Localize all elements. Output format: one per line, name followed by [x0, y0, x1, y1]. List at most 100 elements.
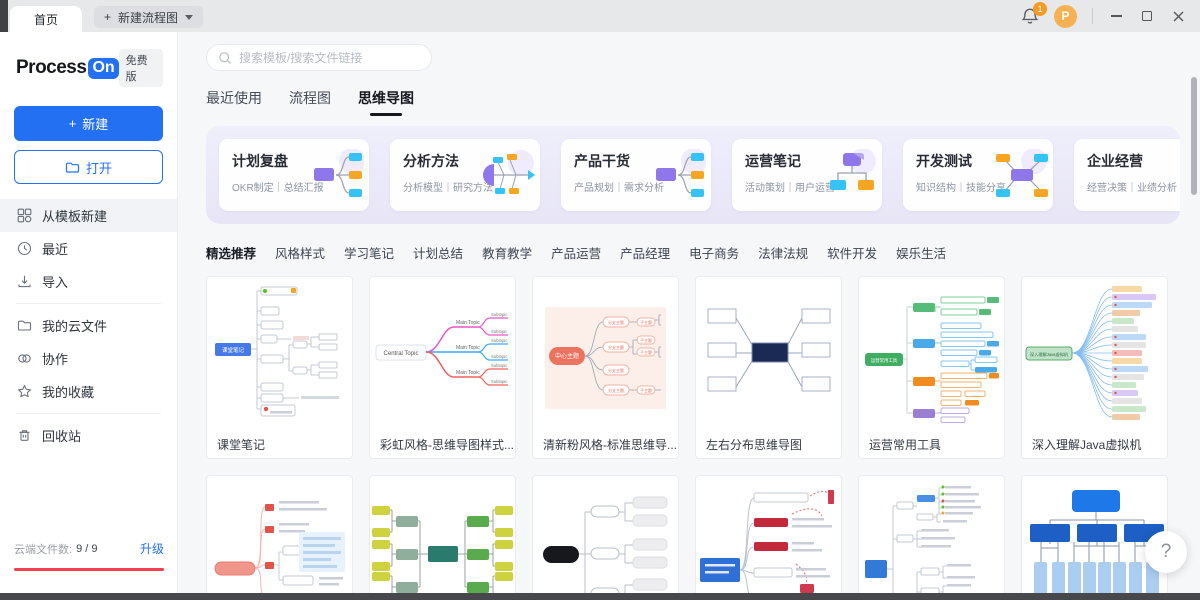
template-title: 课堂笔记	[207, 429, 352, 459]
upgrade-link[interactable]: 升级	[140, 540, 164, 557]
banner-card-business[interactable]: 企业经营 经营决策｜业绩分析	[1074, 139, 1180, 211]
svg-text:子主题: 子主题	[640, 319, 652, 325]
template-thumbnail-exam-english	[696, 476, 841, 593]
storage-label: 云端文件数:	[14, 541, 72, 557]
storage-quota: 云端文件数: 9 / 9 升级	[14, 540, 164, 571]
category-style[interactable]: 风格样式	[275, 243, 325, 262]
tab-mindmap[interactable]: 思维导图	[358, 88, 414, 116]
template-card[interactable]	[369, 475, 516, 593]
template-card[interactable]: 课堂笔记	[206, 276, 353, 459]
divider	[1092, 8, 1093, 24]
tab-new-diagram[interactable]: + 新建流程图	[94, 6, 203, 28]
svg-text:中心主题: 中心主题	[555, 352, 579, 360]
banner-card-operation-notes[interactable]: 运营笔记 活动策划｜用户运营	[732, 139, 882, 211]
category-software[interactable]: 软件开发	[827, 243, 877, 262]
category-product-ops[interactable]: 产品运营	[551, 243, 601, 262]
notifications-button[interactable]: 1	[1021, 7, 1039, 25]
help-label: ?	[1161, 541, 1172, 563]
template-card[interactable]: 左右分布思维导图	[695, 276, 842, 459]
search-input[interactable]	[239, 51, 409, 65]
template-card[interactable]: 深入理解Java虚拟机	[1021, 276, 1168, 459]
sidebar-item-label: 最近	[42, 239, 68, 258]
mindmap-x-icon	[996, 149, 1048, 201]
category-education[interactable]: 教育教学	[482, 243, 532, 262]
template-card[interactable]: Central Topic Main Topic Main Topic Main…	[369, 276, 516, 459]
divider	[16, 413, 161, 414]
category-ecommerce[interactable]: 电子商务	[689, 243, 739, 262]
open-button[interactable]: 打开	[14, 150, 163, 184]
sidebar-item-favorites[interactable]: 我的收藏	[0, 375, 177, 408]
template-thumbnail-pink: 中心主题 分支主题 分支主题 分支主题	[533, 277, 678, 429]
sidebar-item-trash[interactable]: 回收站	[0, 419, 177, 452]
template-card[interactable]	[695, 475, 842, 593]
sidebar-item-label: 从模板新建	[42, 206, 107, 225]
close-button[interactable]	[1170, 8, 1186, 24]
sidebar-item-recent[interactable]: 最近	[0, 232, 177, 265]
svg-text:运营常用工具: 运营常用工具	[871, 357, 898, 364]
trash-icon	[17, 428, 32, 443]
minimize-button[interactable]	[1108, 8, 1124, 24]
banner-strip: 计划复盘 OKR制定｜总结汇报 分析方法 分析模型｜研究方法	[206, 126, 1180, 224]
new-button[interactable]: + 新建	[14, 106, 163, 141]
template-thumbnail-operation-tools: 运营常用工具	[859, 277, 1004, 429]
avatar[interactable]: P	[1054, 5, 1077, 28]
clock-icon	[17, 241, 32, 256]
maximize-button[interactable]	[1139, 8, 1155, 24]
window-titlebar: 首页 + 新建流程图 1 P	[0, 0, 1200, 32]
banner-card-plan-review[interactable]: 计划复盘 OKR制定｜总结汇报	[219, 139, 369, 211]
template-card[interactable]	[858, 475, 1005, 593]
svg-text:Central Topic: Central Topic	[384, 351, 419, 357]
svg-text:课堂笔记: 课堂笔记	[222, 346, 245, 354]
template-card[interactable]	[532, 475, 679, 593]
tab-recent[interactable]: 最近使用	[206, 88, 262, 116]
search-box[interactable]	[206, 44, 432, 71]
sidebar-item-label: 协作	[42, 349, 68, 368]
maximize-icon	[1142, 11, 1152, 21]
category-plan-summary[interactable]: 计划总结	[413, 243, 463, 262]
template-title: 彩虹风格-思维导图样式...	[370, 429, 515, 459]
tab-flowchart[interactable]: 流程图	[289, 88, 331, 116]
category-study-notes[interactable]: 学习笔记	[344, 243, 394, 262]
template-title: 左右分布思维导图	[696, 429, 841, 459]
template-card[interactable]	[1021, 475, 1168, 593]
sidebar-item-collaboration[interactable]: 协作	[0, 342, 177, 375]
help-button[interactable]: ?	[1145, 531, 1187, 573]
banner-card-product-tips[interactable]: 产品干货 产品规划｜需求分析	[561, 139, 711, 211]
sidebar-item-new-from-template[interactable]: 从模板新建	[0, 199, 177, 232]
plan-badge: 免费版	[119, 49, 163, 87]
svg-text:Subtopic: Subtopic	[491, 338, 507, 343]
category-entertainment[interactable]: 娱乐生活	[896, 243, 946, 262]
tab-home[interactable]: 首页	[10, 6, 82, 32]
svg-text:子主题: 子主题	[640, 349, 652, 355]
template-card[interactable]	[206, 475, 353, 593]
minimize-icon	[1111, 15, 1122, 17]
orgchart-icon	[825, 149, 877, 201]
category-legal[interactable]: 法律法规	[758, 243, 808, 262]
template-card[interactable]: 运营常用工具	[858, 276, 1005, 459]
star-icon	[17, 384, 32, 399]
category-featured[interactable]: 精选推荐	[206, 243, 256, 262]
logo: Process On 免费版	[0, 32, 177, 87]
svg-text:分支主题: 分支主题	[608, 319, 624, 325]
sidebar: Process On 免费版 + 新建 打开	[0, 32, 178, 593]
sidebar-item-import[interactable]: 导入	[0, 265, 177, 298]
logo-text: Process	[16, 57, 86, 79]
category-product-manager[interactable]: 产品经理	[620, 243, 670, 262]
sidebar-item-my-files[interactable]: 我的云文件	[0, 309, 177, 342]
tab-home-label: 首页	[34, 11, 58, 28]
svg-text:Main Topic: Main Topic	[456, 370, 480, 376]
svg-text:分支主题: 分支主题	[608, 344, 624, 350]
logo-badge: On	[88, 58, 118, 79]
banner-card-analysis[interactable]: 分析方法 分析模型｜研究方法	[390, 139, 540, 211]
fishbone-icon	[483, 149, 535, 201]
notification-badge: 1	[1033, 2, 1047, 16]
template-thumbnail-blue-orgchart	[1022, 476, 1167, 593]
banner-card-dev-test[interactable]: 开发测试 知识结构｜技能分享	[903, 139, 1053, 211]
scrollbar-thumb[interactable]	[1191, 77, 1197, 195]
svg-text:Subtopic: Subtopic	[491, 354, 507, 359]
sidebar-item-label: 我的云文件	[42, 316, 107, 335]
template-card[interactable]: 中心主题 分支主题 分支主题 分支主题	[532, 276, 679, 459]
svg-text:Subtopic: Subtopic	[491, 329, 507, 334]
collaboration-icon	[17, 351, 32, 366]
plus-icon: +	[104, 10, 111, 24]
